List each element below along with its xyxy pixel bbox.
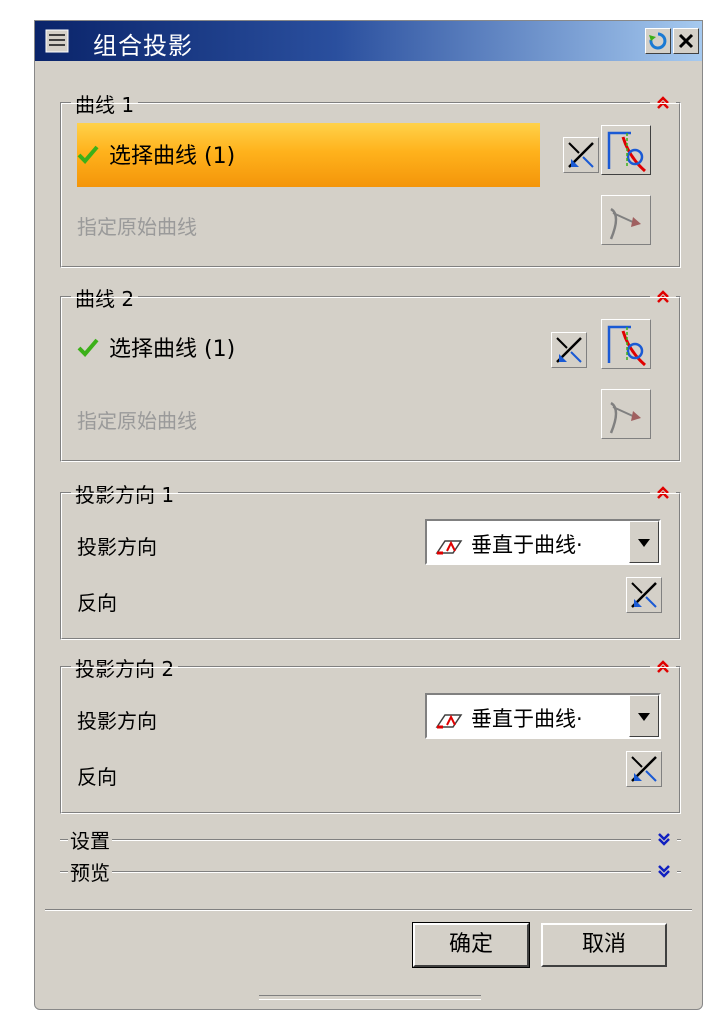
specify-original-curve2-label: 指定原始曲线 xyxy=(77,409,197,433)
check-icon xyxy=(77,145,99,164)
close-icon xyxy=(678,33,694,49)
settings-section[interactable]: 设置 xyxy=(60,825,681,854)
reset-button[interactable] xyxy=(645,28,671,54)
cancel-button[interactable]: 取消 xyxy=(541,923,667,967)
check-icon xyxy=(77,338,99,357)
reverse-arrows-icon xyxy=(631,756,657,782)
original-curve-icon xyxy=(609,401,641,434)
curve1-legend: 曲线 1 xyxy=(71,89,139,118)
projection-direction2-legend: 投影方向 2 xyxy=(71,653,179,682)
dropdown-arrow-icon[interactable] xyxy=(629,521,659,563)
footer-separator xyxy=(45,909,692,911)
reverse-arrows-icon xyxy=(556,337,582,363)
original-curve-icon xyxy=(609,207,641,240)
projection-direction1-legend: 投影方向 1 xyxy=(71,479,179,508)
curve-select-button[interactable] xyxy=(601,125,651,175)
preview-label: 预览 xyxy=(68,857,112,886)
normal-to-curve-icon xyxy=(435,714,463,729)
dialog-window: 组合投影 曲线 1 选择曲线 (1) 指定原始曲线 曲线 2 选择曲线 (1) … xyxy=(34,20,703,1010)
projection-direction1-select[interactable]: 垂直于曲线· xyxy=(425,519,661,565)
curve-icon xyxy=(607,131,646,173)
collapse-icon[interactable] xyxy=(650,288,676,306)
projection-direction2-label: 投影方向 xyxy=(77,709,157,733)
curve1-group: 曲线 1 选择曲线 (1) 指定原始曲线 xyxy=(60,89,681,268)
select-curve2-label: 选择曲线 (1) xyxy=(109,337,236,362)
title-bar: 组合投影 xyxy=(35,21,702,61)
collapse-icon[interactable] xyxy=(650,658,676,676)
collapse-icon[interactable] xyxy=(650,484,676,502)
settings-label: 设置 xyxy=(68,825,112,854)
reverse-direction1-button[interactable] xyxy=(626,577,662,613)
projection-direction1-label: 投影方向 xyxy=(77,535,157,559)
reverse1-label: 反向 xyxy=(77,591,117,615)
reverse2-label: 反向 xyxy=(77,765,117,789)
projection-direction2-value: 垂直于曲线· xyxy=(471,707,583,731)
resize-grip[interactable] xyxy=(259,995,481,1000)
select-curve1-label: 选择曲线 (1) xyxy=(109,144,236,169)
dropdown-arrow-icon[interactable] xyxy=(629,695,659,737)
curve2-legend: 曲线 2 xyxy=(71,283,139,312)
expand-icon[interactable] xyxy=(651,829,677,849)
reverse-arrows-icon xyxy=(568,142,594,168)
reverse-direction-button[interactable] xyxy=(563,137,599,173)
curve-icon xyxy=(607,325,646,367)
projection-direction1-value: 垂直于曲线· xyxy=(471,533,583,557)
select-curve2-row[interactable]: 选择曲线 (1) xyxy=(77,331,235,363)
preview-section[interactable]: 预览 xyxy=(60,857,681,886)
projection-direction1-group: 投影方向 1 投影方向 垂直于曲线· 反向 xyxy=(60,479,681,640)
select-curve1-row[interactable]: 选择曲线 (1) xyxy=(77,138,235,170)
reverse-arrows-icon xyxy=(631,582,657,608)
original-curve2-button[interactable] xyxy=(601,389,651,439)
projection-direction2-group: 投影方向 2 投影方向 垂直于曲线· 反向 xyxy=(60,653,681,814)
close-button[interactable] xyxy=(673,28,699,54)
original-curve1-button[interactable] xyxy=(601,195,651,245)
undo-arrow-icon xyxy=(649,32,667,50)
normal-to-curve-icon xyxy=(435,540,463,555)
dialog-title: 组合投影 xyxy=(93,32,193,60)
reverse-direction2-button[interactable] xyxy=(626,751,662,787)
preview-divider xyxy=(60,871,681,873)
collapse-icon[interactable] xyxy=(650,94,676,112)
menu-icon[interactable] xyxy=(45,29,69,53)
curve2-group: 曲线 2 选择曲线 (1) 指定原始曲线 xyxy=(60,283,681,462)
specify-original-curve1-label: 指定原始曲线 xyxy=(77,215,197,239)
settings-divider xyxy=(60,839,681,841)
ok-button[interactable]: 确定 xyxy=(412,922,530,968)
curve-select-button[interactable] xyxy=(601,319,651,369)
expand-icon[interactable] xyxy=(651,861,677,881)
reverse-direction-button[interactable] xyxy=(551,332,587,368)
projection-direction2-select[interactable]: 垂直于曲线· xyxy=(425,693,661,739)
